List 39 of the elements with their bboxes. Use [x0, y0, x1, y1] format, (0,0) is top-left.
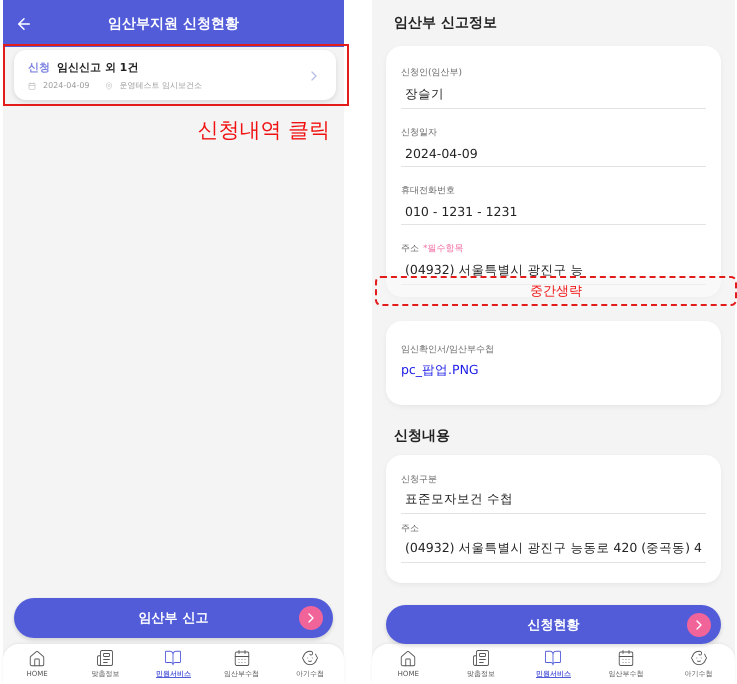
field-value: (04932) 서울특별시 광진구 능: [401, 262, 706, 285]
omission-note: 중간생략: [375, 276, 737, 306]
newspaper-icon: [96, 649, 114, 667]
baby-face-icon: [300, 649, 319, 667]
home-icon: [399, 650, 418, 668]
calendar-icon: [617, 649, 636, 668]
newspaper-icon: [472, 649, 490, 668]
field-value: 표준모자보건 수첩: [401, 491, 706, 514]
section-heading: 신청내용: [394, 427, 451, 445]
calendar-icon: [232, 649, 251, 667]
status-button[interactable]: 신청현황: [386, 604, 721, 644]
office-name: 운영테스트 임시보건소: [120, 80, 202, 91]
field-label: 주소: [401, 243, 419, 255]
field-value: 010 - 1231 - 1231: [401, 204, 706, 225]
required-note: *필수항목: [423, 243, 464, 255]
report-button[interactable]: 임산부 신고: [14, 598, 333, 638]
field-value: 장슬기: [401, 86, 706, 109]
field-label: 신청인(임산부): [401, 67, 462, 79]
application-date: 2024-04-09: [43, 81, 90, 90]
section-heading: 임산부 신고정보: [394, 14, 498, 32]
field-label: 주소: [401, 523, 419, 535]
baby-face-icon: [690, 649, 708, 668]
file-link[interactable]: pc_팝업.PNG: [401, 362, 479, 377]
screen-title: 임산부지원 신청현황: [108, 14, 239, 32]
field-label: 임신확인서/임산부수첩: [401, 344, 494, 356]
application-title: 임신신고 외 1건: [57, 60, 138, 75]
book-icon: [164, 649, 182, 667]
field-label: 신청일자: [401, 127, 437, 139]
field-label: 신청구분: [401, 474, 437, 486]
calendar-icon: [28, 82, 36, 90]
home-icon: [28, 650, 46, 668]
application-card[interactable]: 신청 임신신고 외 1건 2024-04-09 운영테스트 임시보건소: [14, 50, 336, 100]
field-label: 휴대전화번호: [401, 185, 455, 197]
field-value: (04932) 서울특별시 광진구 능동로 420 (중곡동) 4: [401, 540, 706, 563]
book-icon: [544, 649, 562, 668]
status-tag: 신청: [28, 60, 50, 75]
field-value: 2024-04-09: [401, 146, 706, 167]
annotation-note: 신청내역 클릭: [197, 117, 330, 144]
pin-icon: [104, 82, 112, 90]
